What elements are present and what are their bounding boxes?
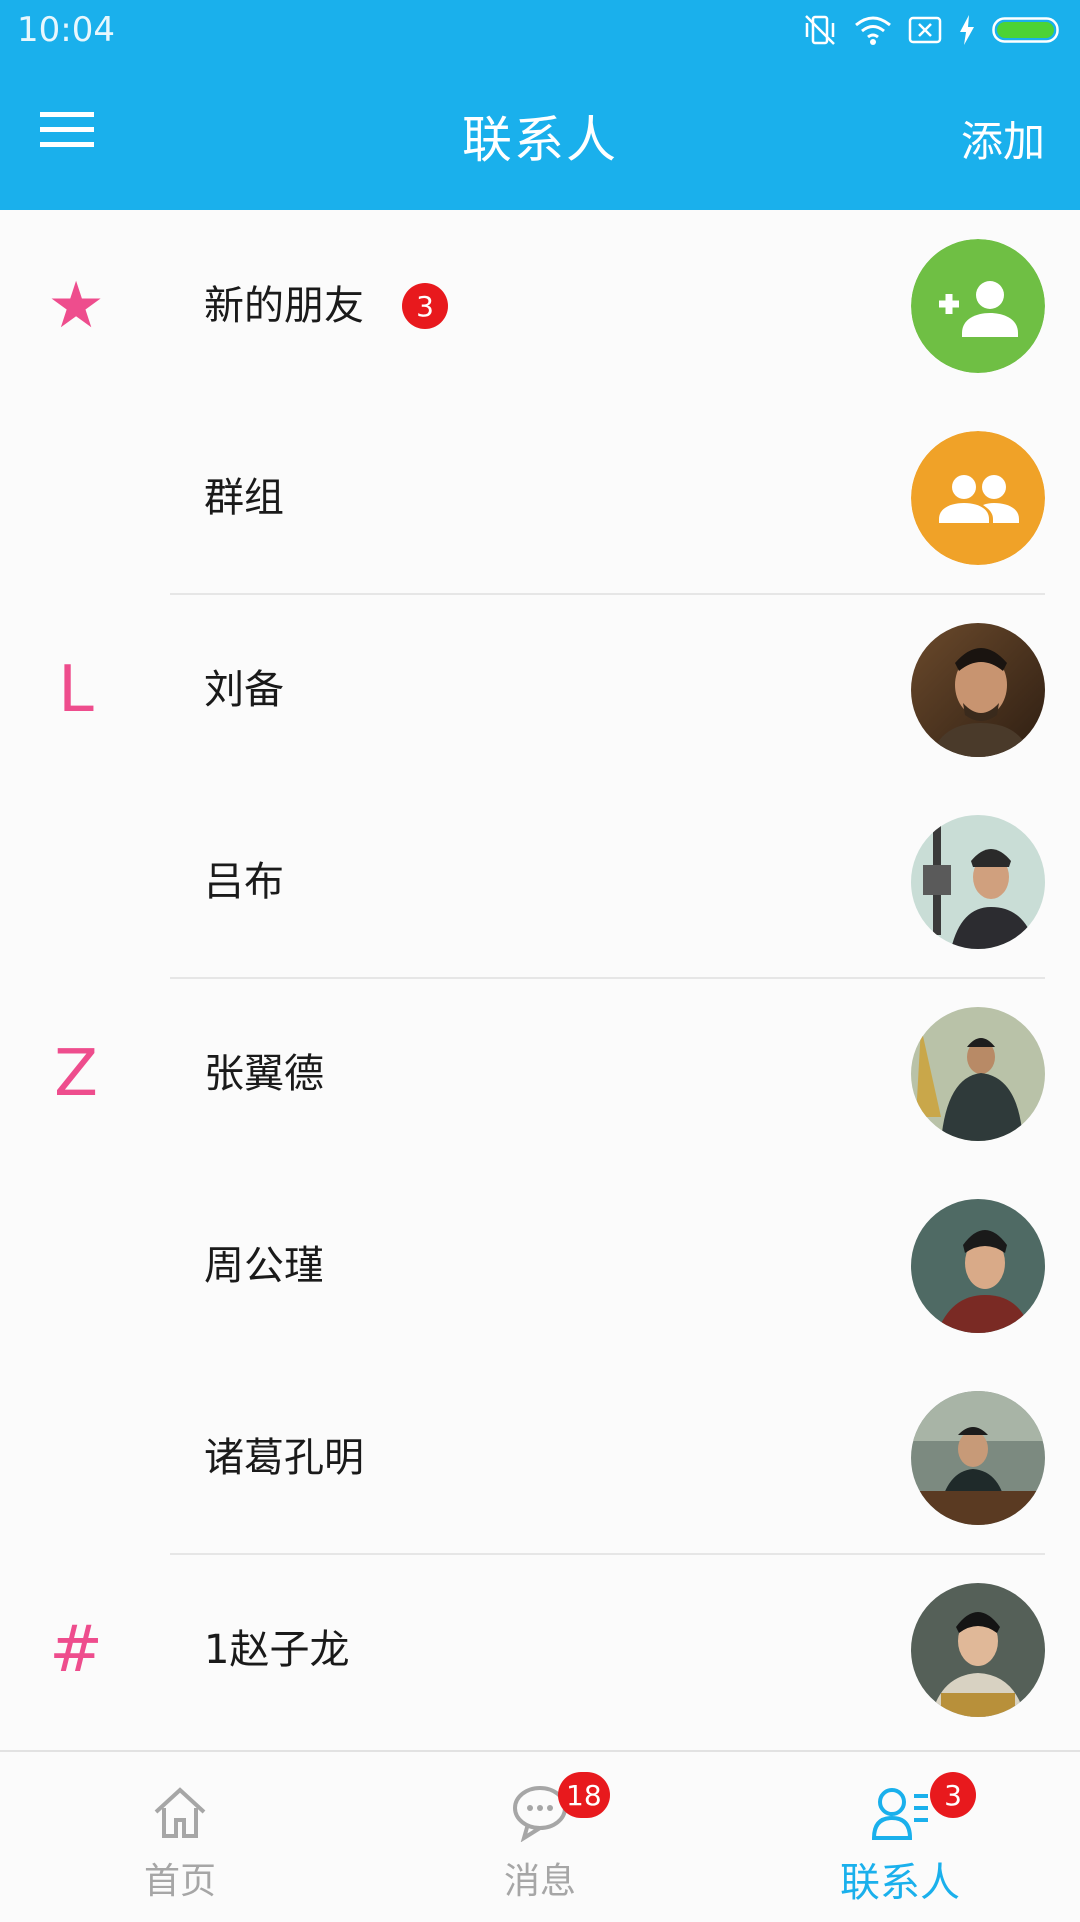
list-item-contact[interactable]: 吕布: [0, 786, 1080, 978]
add-button[interactable]: 添加: [961, 108, 1045, 169]
list-item-contact[interactable]: # 1赵子龙: [0, 1554, 1080, 1746]
status-bar: 10:04: [0, 0, 1080, 60]
page-title: 联系人: [462, 111, 618, 169]
contact-avatar: [911, 1199, 1045, 1333]
section-index: [0, 786, 152, 978]
contact-name: 新的朋友: [204, 283, 364, 329]
contact-name: 吕布: [204, 859, 284, 905]
contacts-badge: 3: [930, 1772, 976, 1818]
tab-home[interactable]: 首页: [0, 1752, 360, 1922]
tab-contacts[interactable]: 3 联系人: [720, 1752, 1080, 1922]
contact-name: 群组: [204, 475, 284, 521]
contact-avatar: [911, 1391, 1045, 1525]
battery-icon: [992, 15, 1062, 45]
section-index-hash: #: [49, 1613, 103, 1687]
wifi-icon: [854, 15, 892, 45]
charging-icon: [958, 15, 976, 45]
section-index-star: ★: [47, 269, 105, 343]
group-icon: [911, 431, 1045, 565]
list-item-contact[interactable]: 诸葛孔明: [0, 1362, 1080, 1554]
contact-avatar: [911, 623, 1045, 757]
contact-avatar: [911, 1583, 1045, 1717]
contacts-icon: [871, 1788, 928, 1840]
contact-name: 1赵子龙: [204, 1627, 350, 1673]
section-index: [0, 1362, 152, 1554]
no-sim-icon: [908, 15, 942, 45]
home-icon: [154, 1787, 206, 1838]
contact-avatar: [911, 815, 1045, 949]
messages-badge: 18: [558, 1772, 610, 1818]
contact-name: 刘备: [204, 667, 284, 713]
tab-contacts-label: 联系人: [840, 1860, 960, 1906]
list-item-contact[interactable]: Z 张翼德: [0, 978, 1080, 1170]
status-icons: [802, 12, 1062, 48]
section-index: [0, 1170, 152, 1362]
tab-messages-label: 消息: [503, 1861, 576, 1902]
app-bar: 联系人 添加: [0, 60, 1080, 210]
section-index: [0, 402, 152, 594]
add-person-icon: [911, 239, 1045, 373]
bottom-nav: 首页 18 消息 3 联系人: [0, 1750, 1080, 1920]
section-index-z: Z: [54, 1037, 98, 1111]
contact-name: 周公瑾: [204, 1243, 324, 1289]
list-item-groups[interactable]: 群组: [0, 402, 1080, 594]
section-index-l: L: [58, 653, 94, 727]
status-time: 10:04: [17, 10, 115, 50]
new-friends-badge: 3: [402, 283, 448, 329]
vibrate-off-icon: [802, 13, 838, 47]
list-item-new-friends[interactable]: ★ 新的朋友 3: [0, 210, 1080, 402]
list-item-contact[interactable]: L 刘备: [0, 594, 1080, 786]
contact-avatar: [911, 1007, 1045, 1141]
contact-list: ★ 新的朋友 3 群组 L 刘备 吕布 Z 张翼德 周公瑾 诸葛孔明 # 1赵子…: [0, 210, 1080, 1750]
tab-home-label: 首页: [143, 1861, 216, 1902]
list-item-contact[interactable]: 周公瑾: [0, 1170, 1080, 1362]
contact-name: 诸葛孔明: [204, 1435, 364, 1481]
contact-name: 张翼德: [204, 1051, 324, 1097]
tab-messages[interactable]: 18 消息: [360, 1752, 720, 1922]
